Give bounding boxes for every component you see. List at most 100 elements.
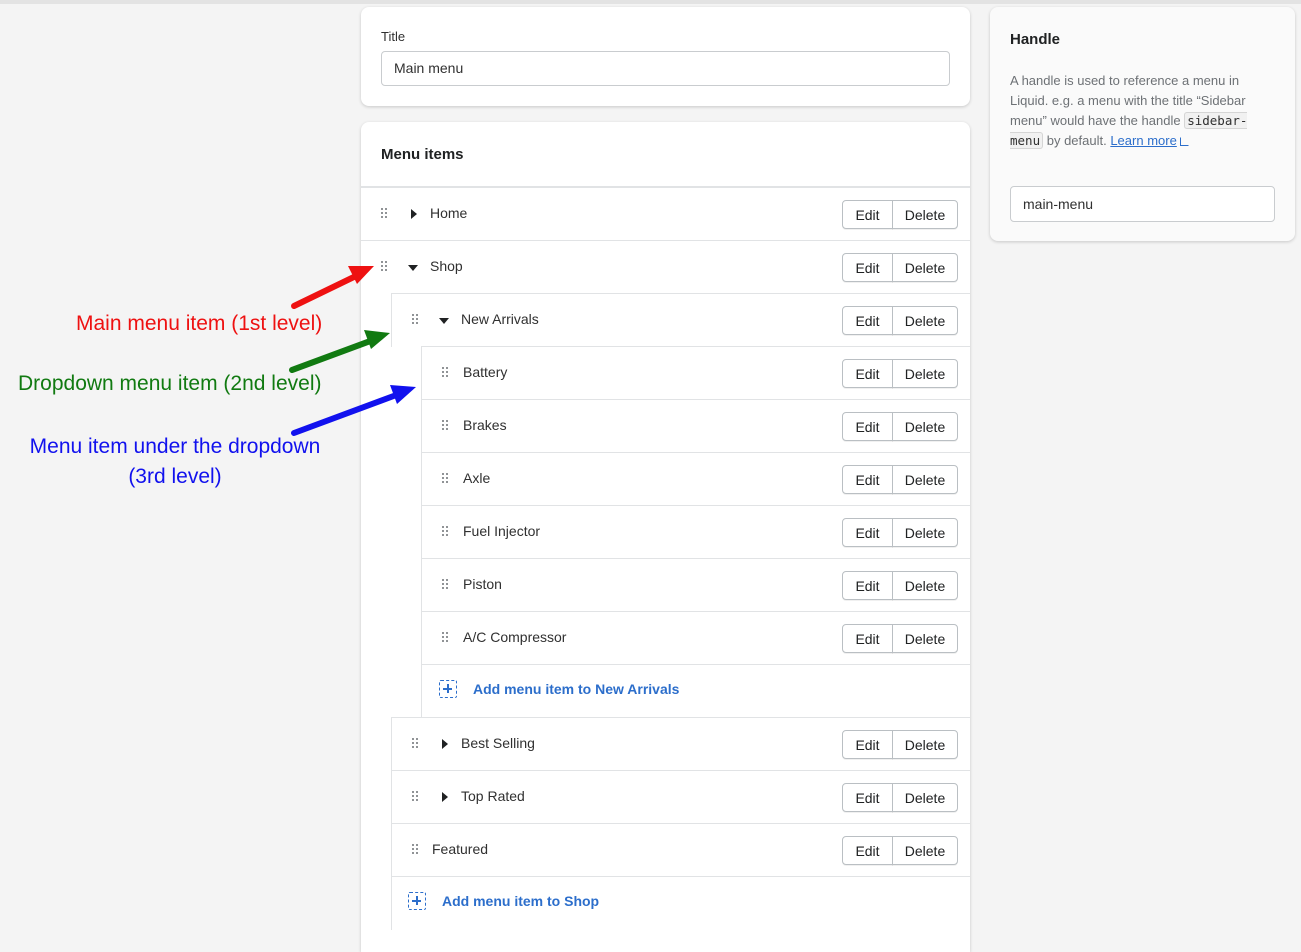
annotation-third-line2: (3rd level) [128,465,222,488]
menu-item-label: Piston [463,576,502,592]
edit-button[interactable]: Edit [842,571,893,600]
drag-handle-icon[interactable] [412,314,420,325]
menu-item-battery[interactable]: Battery Edit Delete [421,346,970,400]
row-actions: Edit Delete [842,359,958,388]
menu-item-a-c-compressor[interactable]: A/C Compressor Edit Delete [421,611,970,665]
menu-item-label: A/C Compressor [463,629,567,645]
edit-button[interactable]: Edit [842,412,893,441]
menu-item-home[interactable]: Home Edit Delete [361,187,970,241]
delete-button[interactable]: Delete [892,200,958,229]
menu-item-axle[interactable]: Axle Edit Delete [421,452,970,506]
edit-button[interactable]: Edit [842,465,893,494]
drag-handle-icon[interactable] [412,791,420,802]
drag-handle-icon[interactable] [442,420,450,431]
external-link-icon [1179,137,1189,146]
caret-down-icon[interactable] [439,318,449,324]
row-actions: Edit Delete [842,412,958,441]
drag-handle-icon[interactable] [442,632,450,643]
caret-right-icon[interactable] [411,209,417,219]
add-to-shop-link-label: Add menu item to Shop [442,893,600,909]
annotation-second-level: Dropdown menu item (2nd level) [18,372,322,395]
menu-item-top-rated[interactable]: Top Rated Edit Delete [391,770,970,824]
edit-button[interactable]: Edit [842,518,893,547]
drag-handle-icon[interactable] [381,208,389,219]
annotation-first-level: Main menu item (1st level) [76,312,323,335]
delete-button[interactable]: Delete [892,465,958,494]
row-actions: Edit Delete [842,730,958,759]
delete-button[interactable]: Delete [892,306,958,335]
menu-item-brakes[interactable]: Brakes Edit Delete [421,399,970,453]
row-actions: Edit Delete [842,624,958,653]
handle-card: Handle A handle is used to reference a m… [990,7,1295,241]
delete-button[interactable]: Delete [892,624,958,653]
handle-input[interactable]: main-menu [1010,186,1275,222]
caret-right-icon[interactable] [442,792,448,802]
title-input[interactable]: Main menu [381,51,950,86]
handle-desc-text-end: by default. [1043,133,1111,148]
row-actions: Edit Delete [842,253,958,282]
drag-handle-icon[interactable] [442,473,450,484]
row-actions: Edit Delete [842,836,958,865]
delete-button[interactable]: Delete [892,518,958,547]
drag-handle-icon[interactable] [442,579,450,590]
menu-item-featured[interactable]: Featured Edit Delete [391,823,970,877]
menu-item-label: Best Selling [461,735,535,751]
annotation-third-level: Menu item under the dropdown (3rd level) [16,432,334,492]
title-card: Title Main menu [361,7,970,106]
add-to-shop-link[interactable]: Add menu item to Shop [408,892,599,910]
menu-item-label: New Arrivals [461,311,539,327]
menu-item-label: Shop [430,258,463,274]
menu-item-label: Featured [432,841,489,857]
row-actions: Edit Delete [842,306,958,335]
caret-down-icon[interactable] [408,265,418,271]
menu-item-piston[interactable]: Piston Edit Delete [421,558,970,612]
menu-item-label: Axle [463,470,491,486]
menu-item-label: Fuel Injector [463,523,541,539]
row-actions: Edit Delete [842,571,958,600]
drag-handle-icon[interactable] [442,526,450,537]
edit-button[interactable]: Edit [842,306,893,335]
menu-item-best-selling[interactable]: Best Selling Edit Delete [391,717,970,771]
delete-button[interactable]: Delete [892,783,958,812]
menu-item-label: Top Rated [461,788,525,804]
add-to-new-arrivals-link-label: Add menu item to New Arrivals [473,681,680,697]
menu-items-heading: Menu items [381,146,464,163]
delete-button[interactable]: Delete [892,730,958,759]
edit-button[interactable]: Edit [842,624,893,653]
menu-item-label: Home [430,205,468,221]
menu-item-new-arrivals[interactable]: New Arrivals Edit Delete [391,293,970,347]
top-border [0,0,1301,4]
delete-button[interactable]: Delete [892,253,958,282]
menu-item-label: Battery [463,364,508,380]
edit-button[interactable]: Edit [842,359,893,388]
add-item-icon [408,892,426,910]
menu-items-card: Menu items Home Edit Delete Shop Edit Delete N… [361,122,970,952]
edit-button[interactable]: Edit [842,730,893,759]
add-to-shop-link-row: Add menu item to Shop [391,876,970,930]
add-item-icon [439,680,457,698]
drag-handle-icon[interactable] [442,367,450,378]
add-to-new-arrivals-link[interactable]: Add menu item to New Arrivals [439,680,679,698]
row-actions: Edit Delete [842,200,958,229]
edit-button[interactable]: Edit [842,253,893,282]
drag-handle-icon[interactable] [412,738,420,749]
menu-item-shop[interactable]: Shop Edit Delete [361,240,970,294]
caret-right-icon[interactable] [442,739,448,749]
learn-more-link[interactable]: Learn more [1110,133,1189,148]
edit-button[interactable]: Edit [842,783,893,812]
delete-button[interactable]: Delete [892,412,958,441]
title-label: Title [381,29,406,44]
handle-description: A handle is used to reference a menu in … [1010,71,1280,151]
delete-button[interactable]: Delete [892,571,958,600]
menu-item-fuel-injector[interactable]: Fuel Injector Edit Delete [421,505,970,559]
edit-button[interactable]: Edit [842,836,893,865]
delete-button[interactable]: Delete [892,836,958,865]
delete-button[interactable]: Delete [892,359,958,388]
drag-handle-icon[interactable] [381,261,389,272]
row-actions: Edit Delete [842,465,958,494]
menu-item-label: Brakes [463,417,507,433]
annotation-third-line1: Menu item under the dropdown [29,435,321,458]
edit-button[interactable]: Edit [842,200,893,229]
drag-handle-icon[interactable] [412,844,420,855]
handle-heading: Handle [1010,31,1061,48]
